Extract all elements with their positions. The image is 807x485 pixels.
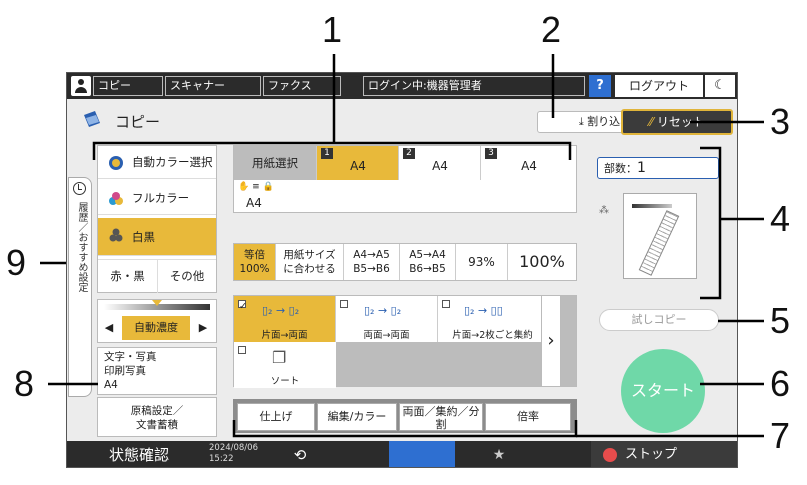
callout-3: 3 — [770, 101, 791, 142]
callout-7: 7 — [770, 415, 791, 456]
callout-1: 1 — [322, 9, 343, 50]
callout-2: 2 — [541, 9, 562, 50]
callout-4: 4 — [770, 198, 791, 239]
callout-lines — [40, 54, 764, 438]
callout-5: 5 — [770, 300, 791, 341]
callout-9: 9 — [6, 242, 27, 283]
callout-8: 8 — [14, 363, 35, 404]
callout-6: 6 — [770, 363, 791, 404]
